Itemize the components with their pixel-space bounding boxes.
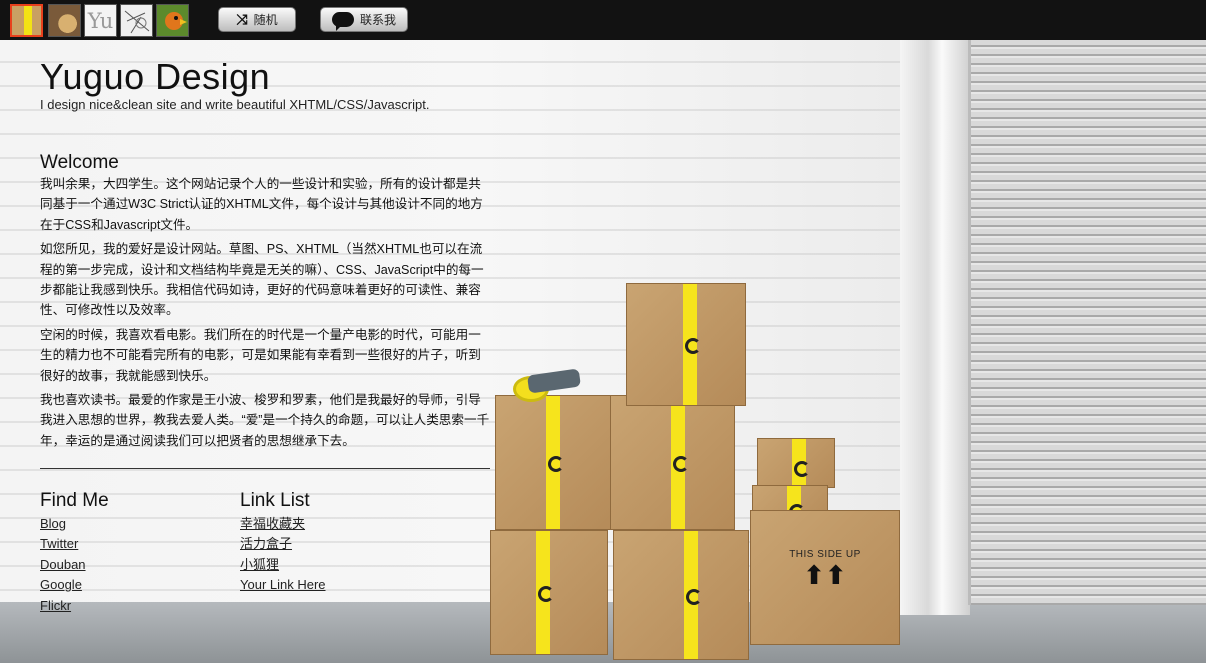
list-item: Douban	[40, 555, 86, 575]
link-little-fox[interactable]: 小狐狸	[240, 557, 279, 572]
welcome-body: 我叫余果，大四学生。这个网站记录个人的一些设计和实验，所有的设计都是共同基于一个…	[40, 174, 492, 455]
top-bar: Yu ⤨ 随机 联系我	[0, 0, 1206, 40]
link-favorites[interactable]: 幸福收藏夹	[240, 516, 305, 531]
list-item: Flickr	[40, 596, 86, 616]
this-side-up-label: THIS SIDE UP	[789, 549, 861, 560]
theme-thumb-yu-label: Yu	[87, 9, 114, 33]
random-button-label: 随机	[253, 13, 278, 27]
site-title: Yuguo Design	[40, 56, 271, 97]
bird-beak	[180, 19, 187, 25]
list-item: 活力盒子	[240, 534, 326, 554]
list-item: Twitter	[40, 534, 86, 554]
tape-strip	[683, 284, 701, 405]
site-tagline: I design nice&clean site and write beaut…	[40, 97, 430, 112]
link-vitality-box[interactable]: 活力盒子	[240, 536, 292, 551]
link-blog[interactable]: Blog	[40, 516, 66, 531]
list-item: 幸福收藏夹	[240, 514, 326, 534]
cardboard-box	[613, 530, 749, 660]
roller-shutter	[968, 40, 1206, 605]
list-item: Blog	[40, 514, 86, 534]
link-list: 幸福收藏夹 活力盒子 小狐狸 Your Link Here	[240, 514, 326, 596]
bird-eye	[174, 16, 178, 20]
theme-thumb-coffee[interactable]	[48, 4, 81, 37]
cardboard-box	[490, 530, 608, 655]
link-google[interactable]: Google	[40, 577, 82, 592]
cardboard-box	[495, 395, 613, 530]
link-list-heading: Link List	[240, 490, 310, 511]
welcome-paragraph: 空闲的时候，我喜欢看电影。我们所在的时代是一个量产电影的时代，可能用一生的精力也…	[40, 327, 481, 383]
cardboard-box	[626, 283, 746, 406]
contact-button-label: 联系我	[359, 13, 396, 27]
welcome-heading: Welcome	[40, 152, 119, 173]
welcome-paragraph: 我也喜欢读书。最爱的作家是王小波、梭罗和罗素，他们是我最好的导师，引导我进入思想…	[40, 393, 490, 448]
theme-thumb-bird[interactable]	[156, 4, 189, 37]
theme-thumb-yu[interactable]: Yu	[84, 4, 117, 37]
sketch-icon	[124, 10, 150, 34]
link-flickr[interactable]: Flickr	[40, 598, 71, 613]
random-button[interactable]: ⤨ 随机	[218, 7, 296, 32]
list-item: Your Link Here	[240, 575, 326, 595]
find-me-heading: Find Me	[40, 490, 109, 511]
tape-strip	[536, 531, 554, 654]
tape-strip	[792, 439, 810, 487]
tape-strip	[684, 531, 702, 659]
chat-bubble-icon	[331, 12, 354, 31]
contact-button[interactable]: 联系我	[320, 7, 408, 32]
list-item: 小狐狸	[240, 555, 326, 575]
tape-dispenser	[527, 368, 581, 394]
theme-thumb-boxes[interactable]	[10, 4, 43, 37]
cardboard-box	[757, 438, 835, 488]
shuffle-icon: ⤨	[236, 11, 248, 28]
welcome-paragraph: 如您所见，我的爱好是设计网站。草图、PS、XHTML（当然XHTML也可以在流程…	[40, 242, 484, 318]
tape-strip	[671, 396, 689, 529]
door-frame	[900, 40, 970, 615]
up-arrows-icon: ⬆⬆	[803, 561, 847, 591]
list-item: Google	[40, 575, 86, 595]
link-your-link-here[interactable]: Your Link Here	[240, 577, 326, 592]
link-douban[interactable]: Douban	[40, 557, 86, 572]
tape-strip	[546, 396, 564, 529]
this-side-up-box: THIS SIDE UP ⬆⬆	[750, 510, 900, 645]
welcome-paragraph: 我叫余果，大四学生。这个网站记录个人的一些设计和实验，所有的设计都是共同基于一个…	[40, 177, 483, 232]
find-me-list: Blog Twitter Douban Google Flickr	[40, 514, 86, 616]
link-twitter[interactable]: Twitter	[40, 536, 78, 551]
section-divider	[40, 468, 490, 469]
tape-strip-icon	[24, 6, 32, 35]
theme-thumb-sketch[interactable]	[120, 4, 153, 37]
cardboard-box	[610, 395, 735, 530]
